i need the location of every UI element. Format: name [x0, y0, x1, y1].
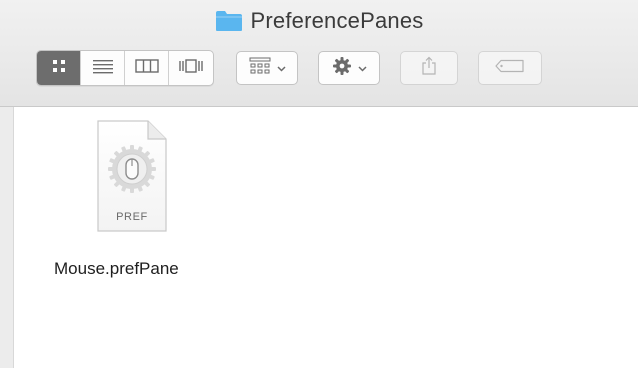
window-title: PreferencePanes [0, 8, 638, 34]
view-mode-segmented-control [36, 50, 214, 86]
pref-badge-label: PREF [116, 211, 148, 223]
arrange-grid-icon [249, 57, 271, 80]
coverflow-icon [178, 58, 204, 79]
titlebar: PreferencePanes [0, 0, 638, 107]
file-item[interactable]: PREF Mouse.prefPane [40, 119, 230, 279]
cover-flow-view-button[interactable] [169, 51, 213, 85]
file-browser-area: PREF Mouse.prefPane [0, 107, 638, 368]
tag-icon [495, 59, 525, 78]
list-view-button[interactable] [81, 51, 125, 85]
window-title-text: PreferencePanes [250, 8, 424, 33]
columns-icon [134, 58, 159, 79]
share-button[interactable] [400, 51, 458, 85]
finder-window: PreferencePanes PREF Mouse.prefPane [0, 0, 638, 368]
folder-icon [215, 10, 243, 32]
tag-button[interactable] [478, 51, 542, 85]
sidebar-edge [0, 107, 14, 368]
chevron-down-icon [357, 59, 367, 77]
arrange-button[interactable] [236, 51, 298, 85]
list-icon [92, 58, 114, 79]
gear-icon [332, 56, 352, 81]
toolbar [36, 50, 542, 86]
action-button[interactable] [318, 51, 380, 85]
share-icon [421, 56, 437, 81]
pref-document-icon: PREF [94, 119, 170, 235]
icon-view-button[interactable] [37, 51, 81, 85]
grid-icon [51, 58, 67, 79]
column-view-button[interactable] [125, 51, 169, 85]
file-name-label: Mouse.prefPane [54, 259, 179, 278]
chevron-down-icon [276, 59, 286, 77]
